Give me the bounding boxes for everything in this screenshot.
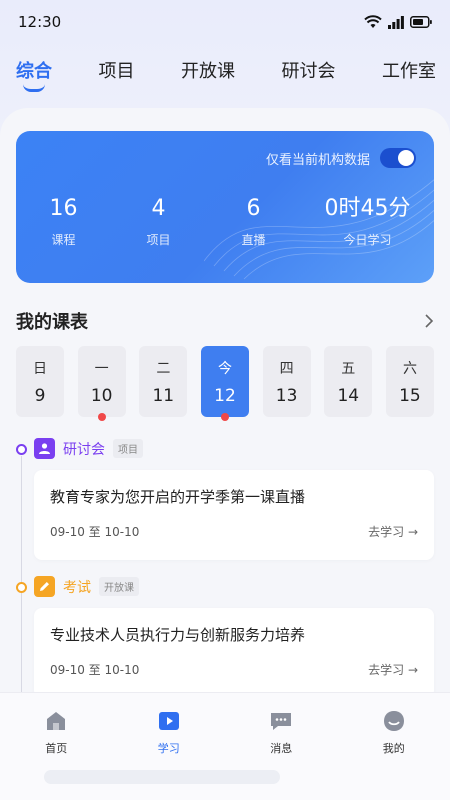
stat-value: 0时45分 (324, 196, 411, 221)
course-date-range: 09-10 至 10-10 (50, 663, 140, 677)
stat-label: 今日学习 (343, 233, 392, 247)
course-title: 专业技术人员执行力与创新服务力培养 (50, 626, 306, 644)
status-bar: 12:30 (0, 0, 450, 44)
timeline-tag: 开放课 (99, 577, 139, 596)
timeline-header-exam: 考试 开放课 (34, 576, 139, 597)
day-date: 9 (34, 386, 46, 406)
day-weekday: 六 (402, 361, 417, 377)
message-icon (271, 713, 292, 730)
tab-general[interactable]: 综合 (16, 56, 52, 96)
tab-label: 项目 (98, 61, 135, 82)
nav-profile[interactable]: 我的 (364, 708, 424, 800)
stat-label: 直播 (241, 233, 266, 247)
day-weekday: 一 (94, 361, 109, 377)
day-date: 13 (275, 386, 298, 406)
timeline-type: 考试 (63, 579, 91, 596)
stats-card: 仅看当前机构数据 16 课程 4 项目 6 直播 0时45分今日学习 (16, 131, 434, 283)
timeline-node (16, 444, 27, 455)
day-weekday: 二 (156, 361, 171, 377)
nav-label: 我的 (382, 742, 405, 755)
timeline-tag: 项目 (113, 439, 143, 458)
day-date: 15 (399, 386, 421, 406)
toggle-knob (398, 150, 414, 166)
day-weekday: 四 (279, 361, 294, 377)
tab-active-indicator (23, 84, 45, 92)
stats-row: 16 课程 4 项目 6 直播 0时45分今日学习 (16, 195, 434, 248)
profile-icon (383, 711, 404, 731)
schedule-header: 我的课表 (16, 308, 434, 334)
day-thu[interactable]: 四 13 (262, 346, 311, 417)
week-strip: 日9 一 10 二 11 今 12 四 13 五 14 六 15 (16, 346, 434, 421)
battery-icon (410, 16, 432, 28)
institution-filter: 仅看当前机构数据 (266, 148, 416, 168)
nav-label: 学习 (157, 742, 180, 755)
pencil-icon (34, 576, 55, 597)
day-weekday: 日 (33, 361, 47, 377)
seminar-icon (34, 438, 55, 459)
day-sun[interactable]: 日9 (16, 346, 64, 417)
home-icon (47, 712, 66, 730)
go-study-link[interactable]: 去学习 → (368, 661, 418, 678)
tab-studio[interactable]: 工作室 (382, 56, 436, 96)
schedule-title: 我的课表 (16, 312, 88, 333)
stat-label: 项目 (146, 233, 171, 247)
stat-live[interactable]: 6 直播 (206, 195, 301, 248)
day-date: 14 (337, 386, 360, 406)
tab-label: 综合 (16, 61, 52, 82)
wifi-icon (364, 15, 382, 28)
tab-label: 研讨会 (281, 61, 336, 82)
course-date-range: 09-10 至 10-10 (50, 525, 140, 539)
stat-value: 16 (49, 196, 78, 221)
tab-open-course[interactable]: 开放课 (181, 56, 235, 96)
nav-home[interactable]: 首页 (26, 708, 86, 800)
nav-label: 消息 (270, 742, 293, 755)
timeline-line (21, 456, 22, 696)
stat-courses[interactable]: 16 课程 (16, 195, 111, 248)
timeline-node (16, 582, 27, 593)
day-today[interactable]: 今 12 (200, 346, 249, 421)
nav-label: 首页 (45, 742, 68, 755)
stat-value: 6 (246, 196, 261, 221)
status-icons (364, 15, 432, 29)
nav-study[interactable]: 学习 (139, 708, 199, 800)
go-study-link[interactable]: 去学习 → (368, 523, 418, 540)
course-card[interactable]: 专业技术人员执行力与创新服务力培养 09-10 至 10-10 去学习 → (34, 608, 434, 698)
day-weekday: 五 (341, 361, 356, 377)
timeline-type: 研讨会 (63, 441, 105, 458)
day-mon[interactable]: 一 10 (77, 346, 126, 421)
course-footer: 09-10 至 10-10 去学习 → (50, 523, 418, 540)
event-dot (220, 413, 229, 421)
day-sat[interactable]: 六 15 (385, 346, 434, 417)
tab-seminar[interactable]: 研讨会 (282, 56, 336, 96)
play-icon (158, 712, 179, 730)
tab-project[interactable]: 项目 (99, 56, 135, 96)
day-date: 11 (152, 386, 175, 406)
day-date: 10 (90, 386, 113, 406)
stat-projects[interactable]: 4 项目 (111, 195, 206, 248)
stat-study-time[interactable]: 0时45分今日学习 (301, 195, 434, 248)
day-date: 12 (214, 386, 236, 406)
event-dot (97, 413, 106, 421)
stat-label: 课程 (51, 233, 76, 247)
stat-value: 4 (151, 196, 166, 221)
status-time: 12:30 (18, 13, 62, 31)
top-tabs: 综合 项目 开放课 研讨会 工作室 (0, 56, 450, 96)
chevron-right-icon[interactable] (424, 313, 434, 329)
nav-messages[interactable]: 消息 (251, 708, 311, 800)
tab-label: 工作室 (382, 61, 436, 82)
day-tue[interactable]: 二 11 (139, 346, 188, 417)
course-footer: 09-10 至 10-10 去学习 → (50, 661, 418, 678)
institution-toggle[interactable] (380, 148, 416, 168)
scrolled-content-ghost (44, 770, 280, 784)
day-weekday: 今 (217, 361, 232, 377)
toggle-label: 仅看当前机构数据 (265, 152, 370, 168)
bottom-nav: 首页 学习 消息 我的 (0, 692, 450, 800)
course-title: 教育专家为您开启的开学季第一课直播 (50, 488, 306, 506)
tab-label: 开放课 (181, 61, 235, 82)
timeline-header-seminar: 研讨会 项目 (34, 438, 143, 459)
course-card[interactable]: 教育专家为您开启的开学季第一课直播 09-10 至 10-10 去学习 → (34, 470, 434, 560)
day-fri[interactable]: 五 14 (324, 346, 373, 417)
signal-icon (388, 16, 404, 29)
